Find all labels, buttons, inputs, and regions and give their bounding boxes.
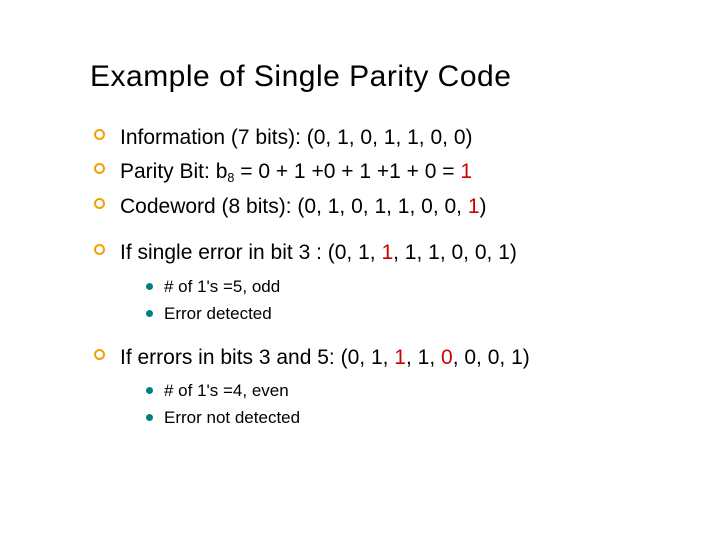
text-single-count: # of 1's =5, odd <box>164 277 280 296</box>
bullet-list: Information (7 bits): (0, 1, 0, 1, 1, 0,… <box>90 124 660 430</box>
text-single-red: 1 <box>381 241 393 264</box>
text-parity-expr: = 0 + 1 +0 + 1 +1 + 0 = <box>234 160 460 183</box>
text-double-prefix: If errors in bits 3 and 5: (0, 1, <box>120 346 394 369</box>
text-double-red2: 0 <box>441 346 453 369</box>
text-double-red1: 1 <box>394 346 406 369</box>
slide: Example of Single Parity Code Informatio… <box>0 0 720 540</box>
bullet-parity: Parity Bit: b8 = 0 + 1 +0 + 1 +1 + 0 = 1 <box>90 158 660 187</box>
text-codeword-suffix: ) <box>480 195 487 218</box>
single-error-sublist: # of 1's =5, odd Error detected <box>144 276 660 326</box>
bullet-single-error: If single error in bit 3 : (0, 1, 1, 1, … <box>90 239 660 325</box>
text-double-count: # of 1's =4, even <box>164 381 289 400</box>
text-single-detected: Error detected <box>164 304 272 323</box>
text-codeword-red: 1 <box>468 195 480 218</box>
sub-double-count: # of 1's =4, even <box>144 380 660 403</box>
text-double-notdetected: Error not detected <box>164 408 300 427</box>
text-single-suffix: , 1, 1, 0, 0, 1) <box>393 241 517 264</box>
sub-single-count: # of 1's =5, odd <box>144 276 660 299</box>
bullet-information: Information (7 bits): (0, 1, 0, 1, 1, 0,… <box>90 124 660 152</box>
bullet-double-error: If errors in bits 3 and 5: (0, 1, 1, 1, … <box>90 344 660 430</box>
sub-double-notdetected: Error not detected <box>144 407 660 430</box>
text-parity-result: 1 <box>460 160 472 183</box>
text-double-mid: , 1, <box>406 346 441 369</box>
slide-title: Example of Single Parity Code <box>90 60 660 94</box>
text-codeword-prefix: Codeword (8 bits): (0, 1, 0, 1, 1, 0, 0, <box>120 195 468 218</box>
double-error-sublist: # of 1's =4, even Error not detected <box>144 380 660 430</box>
text-single-prefix: If single error in bit 3 : (0, 1, <box>120 241 381 264</box>
text-information: Information (7 bits): (0, 1, 0, 1, 1, 0,… <box>120 126 473 149</box>
sub-single-detected: Error detected <box>144 303 660 326</box>
text-double-suffix: , 0, 0, 1) <box>453 346 530 369</box>
bullet-codeword: Codeword (8 bits): (0, 1, 0, 1, 1, 0, 0,… <box>90 193 660 221</box>
text-parity-prefix: Parity Bit: b <box>120 160 227 183</box>
